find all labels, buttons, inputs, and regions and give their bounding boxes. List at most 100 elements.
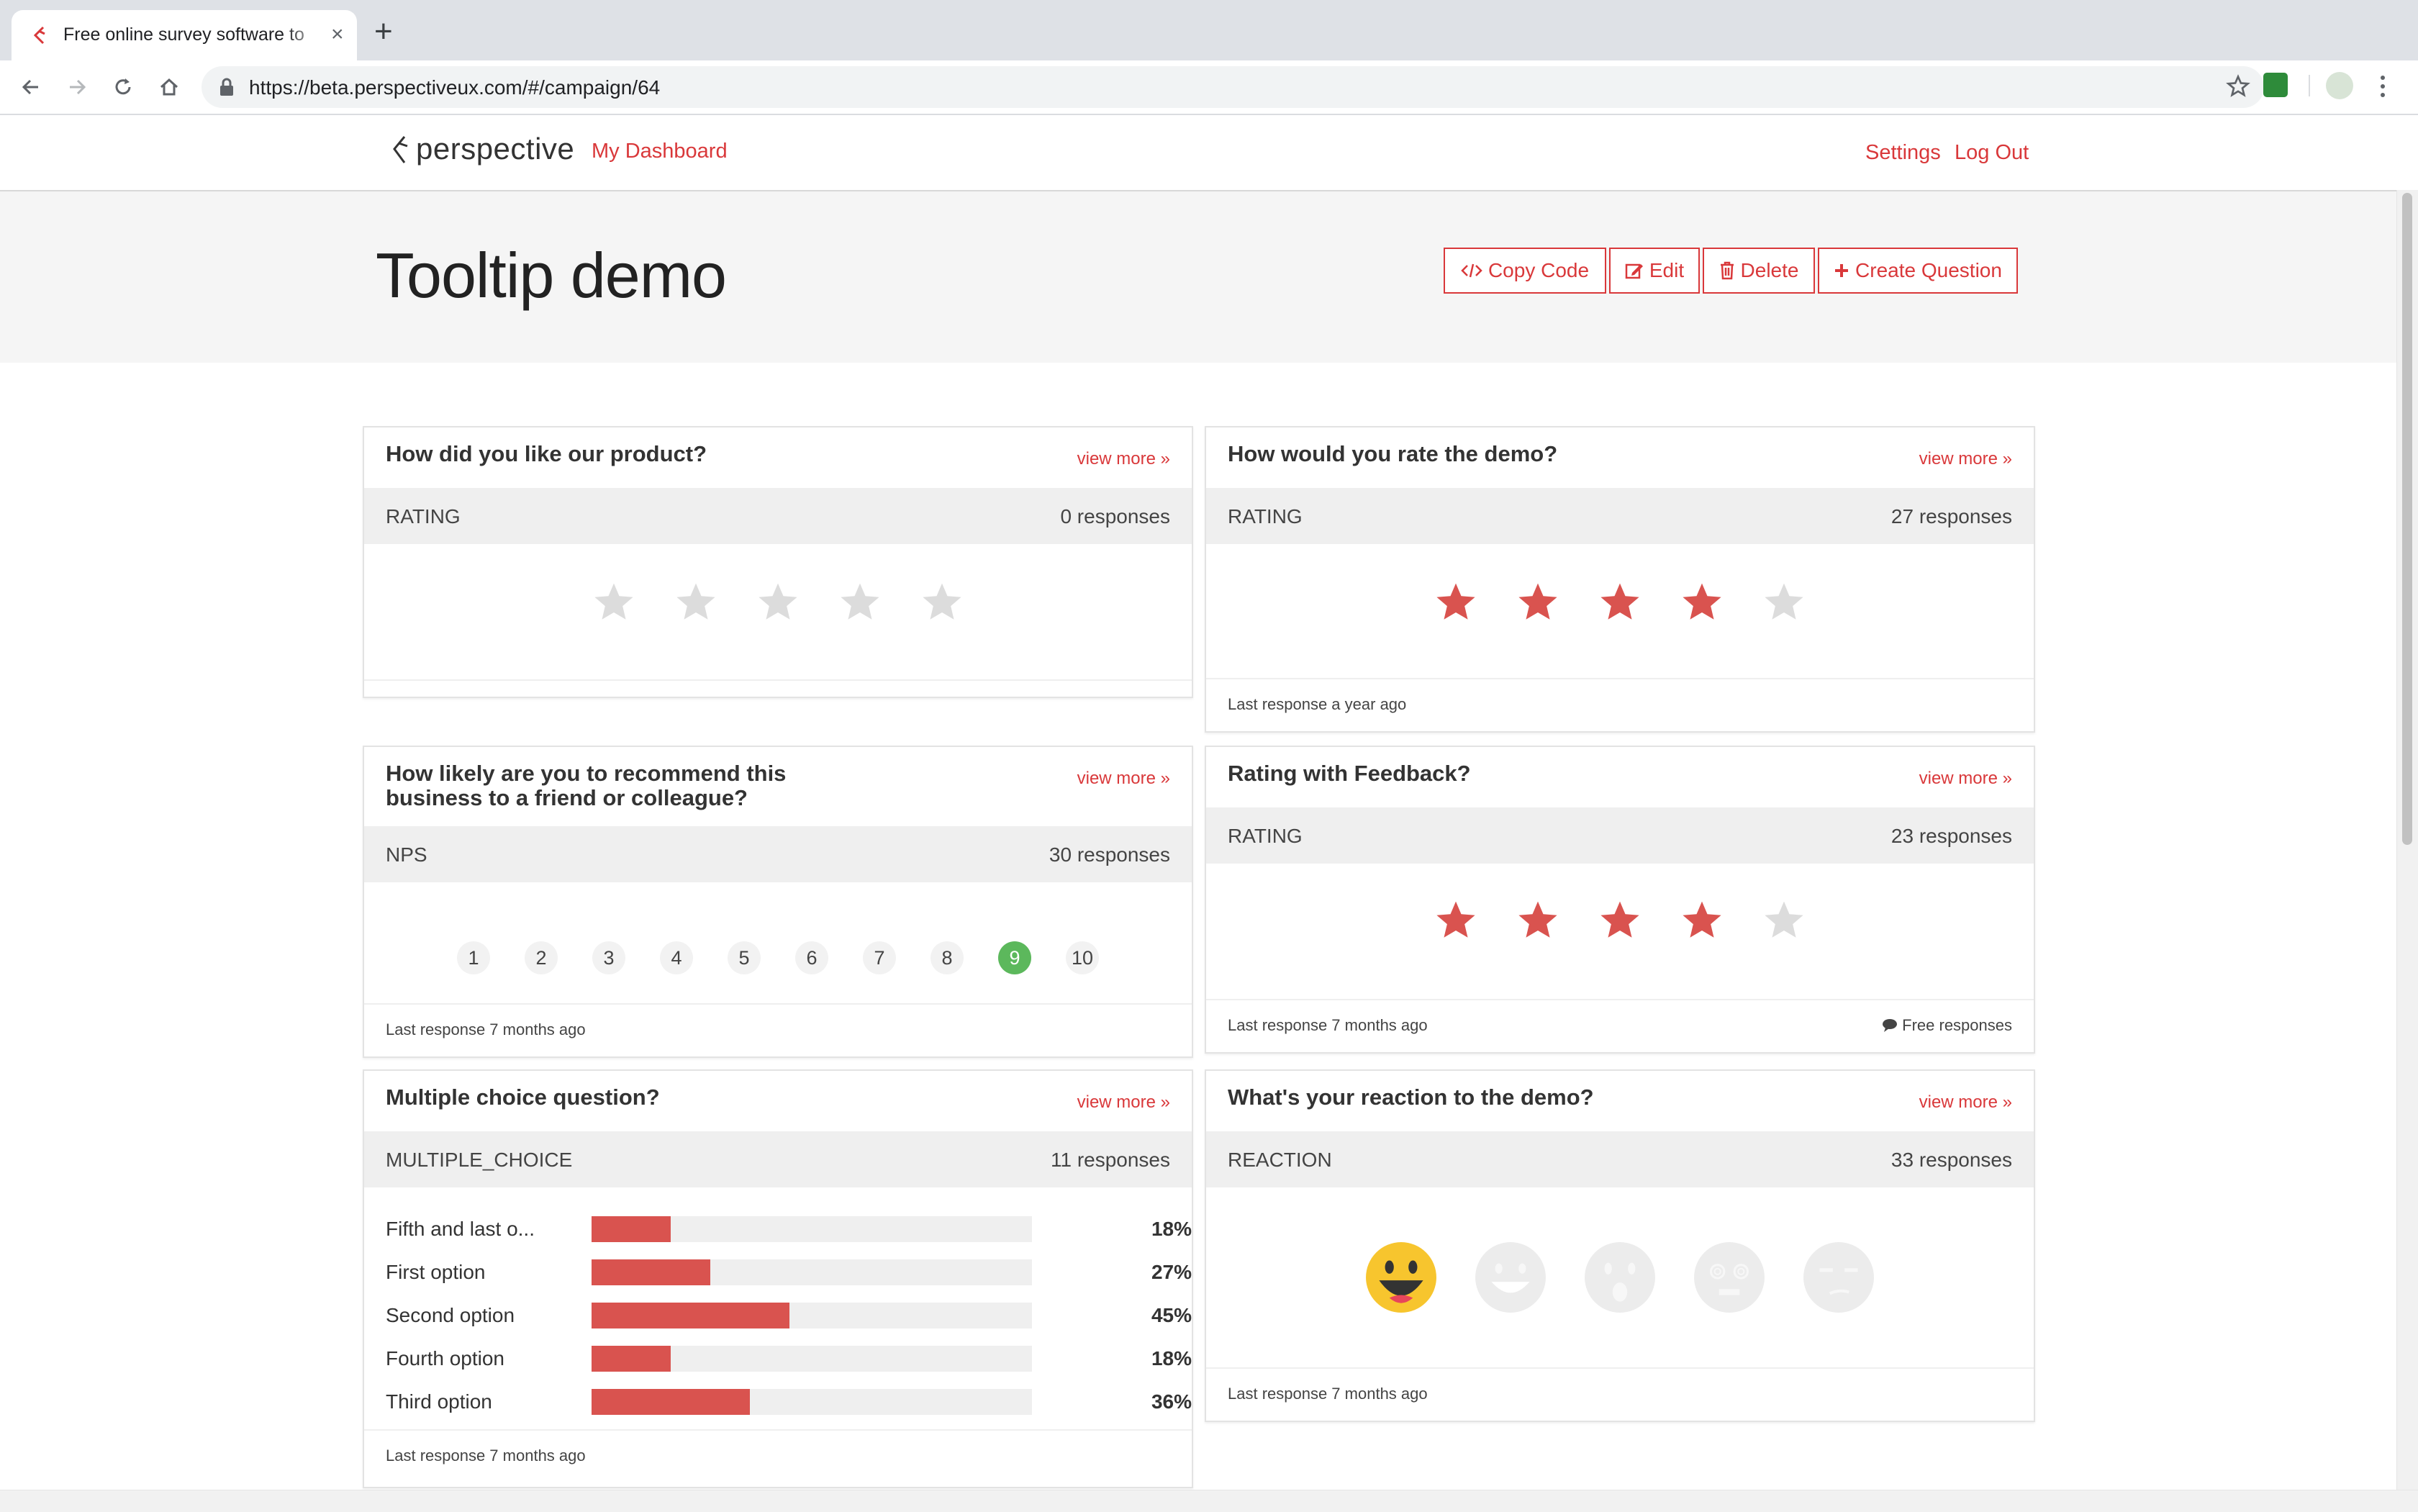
last-response: Last response 7 months ago — [386, 1447, 586, 1465]
reload-icon[interactable] — [107, 71, 140, 104]
address-bar[interactable]: https://beta.perspectiveux.com/#/campaig… — [202, 66, 2264, 108]
nps-score: 7 — [863, 941, 896, 974]
question-type: RATING — [386, 505, 461, 528]
trash-icon — [1720, 261, 1734, 280]
tab-title: Free online survey software to — [63, 24, 304, 45]
choice-percent: 45% — [1151, 1304, 1192, 1326]
nps-score: 2 — [525, 941, 558, 974]
view-more-link[interactable]: view more » — [1077, 449, 1170, 469]
bookmark-star-icon[interactable] — [2225, 73, 2251, 99]
nps-scale: 1 2 3 4 5 6 7 8 9 10 — [364, 941, 1192, 974]
profile-avatar-icon[interactable] — [2326, 72, 2353, 99]
response-count: 33 responses — [1891, 1149, 2012, 1171]
logo-text: perspective — [416, 132, 575, 166]
logo[interactable]: perspective — [389, 131, 574, 167]
smile-face-icon — [1475, 1242, 1546, 1313]
page-title: Tooltip demo — [376, 240, 727, 311]
card-meta-bar: RATING 23 responses — [1206, 807, 2034, 864]
last-response: Last response 7 months ago — [1228, 1016, 1428, 1034]
card-footer: Last response 7 months ago — [364, 1003, 1192, 1056]
star-filled-icon — [1436, 583, 1475, 620]
site-header: perspective My Dashboard Settings Log Ou… — [0, 115, 2396, 191]
edit-button[interactable]: Edit — [1609, 248, 1700, 294]
last-response: Last response a year ago — [1228, 695, 1407, 713]
view-more-link[interactable]: view more » — [1077, 769, 1170, 789]
url-text: https://beta.perspectiveux.com/#/campaig… — [249, 76, 661, 99]
forward-icon[interactable] — [60, 71, 94, 104]
surprised-face-icon — [1585, 1242, 1655, 1313]
nps-score: 5 — [728, 941, 761, 974]
nps-score: 4 — [660, 941, 693, 974]
choice-percent: 18% — [1151, 1347, 1192, 1370]
create-question-label: Create Question — [1855, 259, 2002, 281]
choice-label: Third option — [386, 1390, 492, 1413]
lock-icon — [220, 78, 233, 96]
question-type: REACTION — [1228, 1149, 1332, 1171]
log-out-link[interactable]: Log Out — [1955, 141, 2029, 165]
comment-icon — [1883, 1019, 1898, 1032]
browser-toolbar: https://beta.perspectiveux.com/#/campaig… — [0, 60, 2418, 115]
question-card: Multiple choice question? view more » MU… — [363, 1069, 1193, 1488]
create-question-button[interactable]: Create Question — [1818, 248, 2018, 294]
star-filled-icon — [1600, 901, 1639, 938]
nps-score: 8 — [930, 941, 964, 974]
card-question: What's your reaction to the demo? — [1228, 1085, 1594, 1110]
star-filled-icon — [1683, 901, 1721, 938]
edit-label: Edit — [1649, 259, 1685, 281]
choice-bar-fill — [592, 1259, 711, 1285]
question-card: How did you like our product? view more … — [363, 426, 1193, 698]
choice-bar-track — [592, 1259, 1032, 1285]
perspective-logo-icon — [393, 136, 408, 163]
card-footer: Last response 7 months ago — [1206, 1367, 2034, 1421]
question-type: MULTIPLE_CHOICE — [386, 1149, 573, 1171]
last-response: Last response 7 months ago — [386, 1020, 586, 1038]
back-icon[interactable] — [14, 71, 47, 104]
question-card: Rating with Feedback? view more » RATING… — [1205, 746, 2035, 1054]
nps-score: 6 — [795, 941, 828, 974]
card-meta-bar: NPS 30 responses — [364, 826, 1192, 882]
choice-row: Third option 36% — [386, 1386, 1192, 1415]
star-empty-icon — [594, 583, 633, 620]
card-meta-bar: RATING 0 responses — [364, 488, 1192, 544]
star-empty-icon — [759, 583, 797, 620]
star-rating — [1206, 898, 2034, 943]
perspective-favicon-icon — [33, 26, 45, 45]
card-question: Multiple choice question? — [386, 1085, 660, 1110]
card-question: How likely are you to recommend this bus… — [386, 761, 787, 810]
choice-row: First option 27% — [386, 1257, 1192, 1285]
dizzy-face-icon — [1694, 1242, 1765, 1313]
unamused-face-icon — [1803, 1242, 1874, 1313]
free-responses-link[interactable]: Free responses — [1882, 1016, 2012, 1035]
card-question: Rating with Feedback? — [1228, 761, 1471, 786]
scrollbar-thumb[interactable] — [2402, 193, 2412, 845]
horizontal-scrollbar[interactable] — [0, 1490, 2418, 1512]
tab-close-icon[interactable]: × — [331, 22, 344, 47]
browser-menu-icon[interactable] — [2379, 72, 2386, 101]
settings-link[interactable]: Settings — [1865, 141, 1941, 165]
delete-label: Delete — [1740, 259, 1799, 281]
copy-code-label: Copy Code — [1488, 259, 1590, 281]
star-rating — [1206, 580, 2034, 625]
question-card: What's your reaction to the demo? view m… — [1205, 1069, 2035, 1422]
extension-icon[interactable] — [2263, 73, 2288, 97]
view-more-link[interactable]: view more » — [1919, 769, 2012, 789]
question-type: RATING — [1228, 825, 1303, 847]
browser-tab-strip: Free online survey software to × + — [0, 0, 2418, 60]
view-more-link[interactable]: view more » — [1919, 449, 2012, 469]
my-dashboard-link[interactable]: My Dashboard — [592, 140, 728, 163]
browser-tab[interactable]: Free online survey software to × — [12, 10, 357, 60]
delete-button[interactable]: Delete — [1703, 248, 1815, 294]
last-response: Last response 7 months ago — [1228, 1385, 1428, 1403]
view-more-link[interactable]: view more » — [1919, 1092, 2012, 1113]
view-more-link[interactable]: view more » — [1077, 1092, 1170, 1113]
new-tab-icon[interactable]: + — [374, 16, 393, 47]
card-meta-bar: MULTIPLE_CHOICE 11 responses — [364, 1131, 1192, 1187]
star-empty-icon — [841, 583, 879, 620]
happy-face-icon — [1366, 1242, 1436, 1313]
home-icon[interactable] — [153, 71, 186, 104]
nps-score: 9 — [998, 941, 1031, 974]
card-question: How did you like our product? — [386, 441, 707, 466]
campaign-header: Tooltip demo Copy Code Edit Delete Creat… — [0, 191, 2396, 363]
choice-bar-track — [592, 1389, 1032, 1415]
copy-code-button[interactable]: Copy Code — [1444, 248, 1606, 294]
